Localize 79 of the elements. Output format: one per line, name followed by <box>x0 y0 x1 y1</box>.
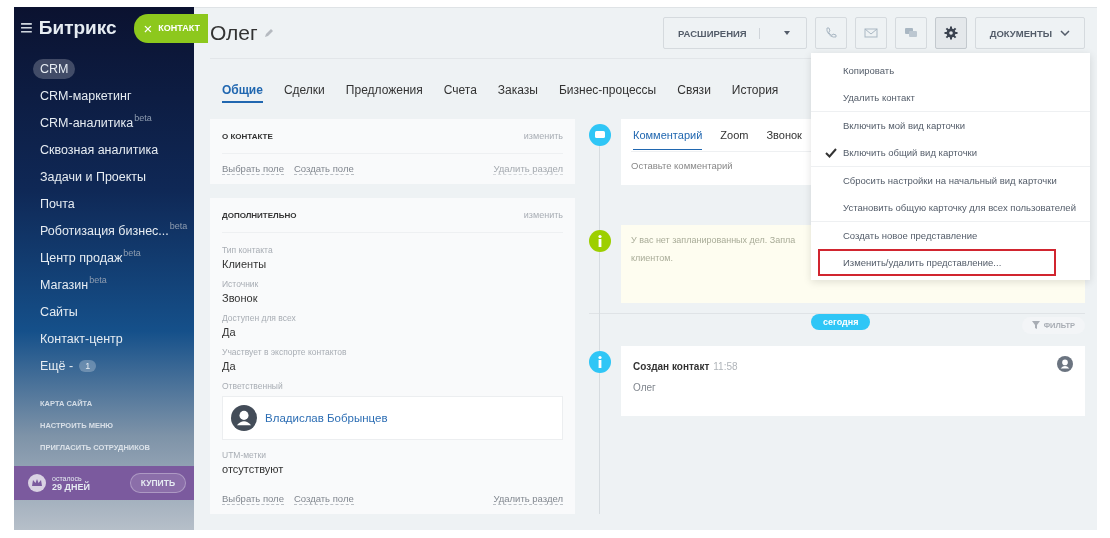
contact-title: Олег <box>210 21 258 45</box>
event-time: 11:58 <box>713 361 738 372</box>
field-value: Звонок <box>222 292 259 304</box>
delete-section-link[interactable]: Удалить раздел <box>493 493 563 505</box>
field-value: Да <box>222 360 237 372</box>
notice-text: У вас нет запланированных дел. Запла <box>631 235 796 245</box>
field-value: отсутствуют <box>222 463 285 475</box>
section-title: ДОПОЛНИТЕЛЬНО <box>222 210 297 220</box>
beta-label: beta <box>169 221 188 231</box>
section-action-link[interactable]: Создать поле <box>293 163 354 175</box>
editor-tab[interactable]: Zoom <box>720 120 749 150</box>
settings-button[interactable] <box>934 17 967 49</box>
section-action-link[interactable]: Выбрать поле <box>222 163 284 175</box>
sidebar-item[interactable]: Ещё - <box>40 355 74 376</box>
tab[interactable]: История <box>731 83 779 103</box>
checkmark-icon <box>825 148 837 158</box>
beta-label: beta <box>89 275 107 285</box>
phone-icon <box>823 26 838 40</box>
tab[interactable]: Общие <box>222 83 263 103</box>
editor-tab[interactable]: Звонок <box>766 120 802 150</box>
chevron-icon <box>1060 30 1070 36</box>
beta-label: beta <box>134 113 152 123</box>
sidebar-item[interactable]: Сквозная аналитика <box>40 139 159 160</box>
sidebar-item[interactable]: Роботизация бизнес... <box>40 220 169 241</box>
sidebar-item[interactable]: Магазин <box>40 274 89 295</box>
user-avatar-icon <box>1057 356 1073 372</box>
section-action-link[interactable]: Выбрать поле <box>222 493 284 505</box>
field-label: Ответственный <box>222 381 284 391</box>
sidebar-item[interactable]: Задачи и Проекты <box>40 166 147 187</box>
notice-text: клиентом. <box>631 253 673 263</box>
trial-days: 29 ДНЕЙ <box>52 481 90 492</box>
user-link[interactable]: Владислав Бобрынцев <box>265 412 388 424</box>
field-label: Тип контакта <box>222 245 274 255</box>
documents-button[interactable]: ДОКУМЕНТЫ <box>974 17 1085 49</box>
phone-button[interactable] <box>814 17 847 49</box>
funnel-icon <box>1031 321 1040 329</box>
tab[interactable]: Сделки <box>283 83 325 103</box>
logo: Битрикс <box>38 17 117 39</box>
sidebar-item[interactable]: CRM-аналитика <box>40 112 134 133</box>
mail-button[interactable] <box>854 17 887 49</box>
tab[interactable]: Заказы <box>497 83 538 103</box>
sidebar-item[interactable]: CRM-маркетинг <box>40 85 132 106</box>
crown-icon <box>28 474 46 492</box>
info-icon <box>589 351 611 373</box>
settings-icon <box>943 26 958 40</box>
field-label: Доступен для всех <box>222 313 297 323</box>
buy-button[interactable]: КУПИТЬ <box>129 473 186 493</box>
menu-icon[interactable]: ≡ <box>20 15 33 41</box>
today-badge: сегодня <box>811 314 871 330</box>
counter-badge: 1 <box>79 359 97 372</box>
section-action-link[interactable]: Создать поле <box>293 493 354 505</box>
tab[interactable]: Предложения <box>345 83 423 103</box>
tab[interactable]: Бизнес-процессы <box>558 83 657 103</box>
chat-button[interactable] <box>894 17 927 49</box>
field-label: Участвует в экспорте контактов <box>222 347 348 357</box>
event-title: Создан контакт <box>633 361 710 372</box>
field-label: UTM-метки <box>222 450 267 460</box>
editor-tab[interactable]: Комментарий <box>633 120 703 150</box>
pencil-icon[interactable] <box>263 28 274 38</box>
info-icon <box>589 230 611 252</box>
tab[interactable]: Связи <box>677 83 711 103</box>
sidebar-item[interactable]: Центр продаж <box>40 247 123 268</box>
user-avatar-icon <box>231 405 257 431</box>
sidebar-item[interactable]: Сайты <box>40 301 78 322</box>
section-title: О КОНТАКТЕ <box>222 131 273 141</box>
sidebar-item[interactable]: Почта <box>40 193 75 214</box>
chat-icon <box>903 27 918 39</box>
event-text: Олег <box>633 382 657 393</box>
sidebar-item[interactable]: CRM <box>33 58 76 79</box>
comment-icon <box>589 124 611 146</box>
field-value: Да <box>222 326 237 338</box>
extensions-button[interactable]: РАСШИРЕНИЯ <box>663 17 807 49</box>
mail-icon <box>863 27 878 39</box>
field-label: Источник <box>222 279 260 289</box>
sidebar-item[interactable]: Контакт-центр <box>40 328 123 349</box>
tab[interactable]: Счета <box>443 83 477 103</box>
menu-item[interactable]: Изменить/удалить представление... <box>818 249 1056 276</box>
beta-label: beta <box>123 248 141 258</box>
field-value: Клиенты <box>222 258 268 270</box>
